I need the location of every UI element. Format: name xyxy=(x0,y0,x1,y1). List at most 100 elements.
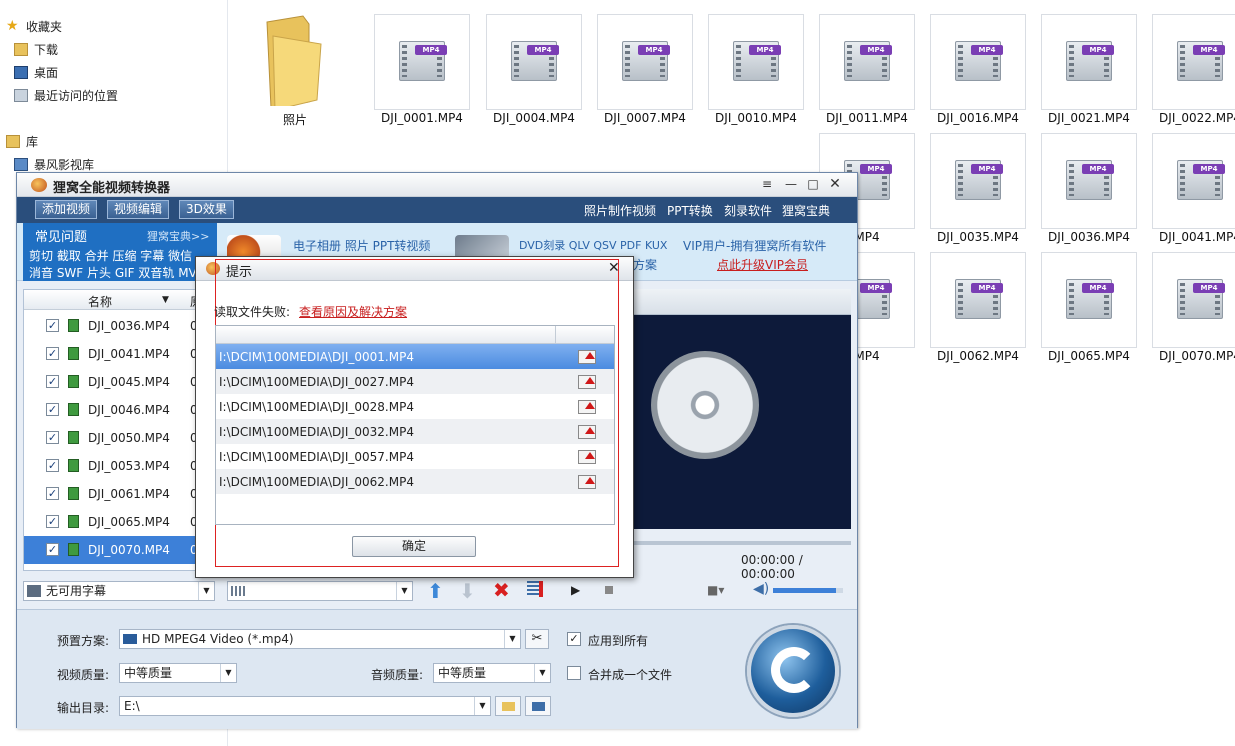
dialog-solution-link[interactable]: 查看原因及解决方案 xyxy=(299,303,407,320)
row-checkbox[interactable]: ✓ xyxy=(46,515,59,528)
row-checkbox[interactable]: ✓ xyxy=(46,347,59,360)
failed-file-row[interactable]: I:\DCIM\100MEDIA\DJI_0001.MP4 xyxy=(216,344,614,369)
file-tile[interactable]: MP4 DJI_0007.MP4 xyxy=(580,0,693,125)
close-icon[interactable]: ✕ xyxy=(827,176,843,192)
file-list-row[interactable]: ✓ DJI_0053.MP4 0 xyxy=(24,452,212,480)
merge-checkbox[interactable] xyxy=(567,666,581,680)
app-title: 狸窝全能视频转换器 xyxy=(53,181,171,196)
audio-track-select[interactable]: ▼ xyxy=(227,581,413,601)
promo-dvd-sub[interactable]: 方案 xyxy=(633,256,657,273)
file-tile[interactable]: MP4 DJI_0016.MP4 xyxy=(913,0,1026,125)
camera-icon[interactable]: ■▾ xyxy=(707,583,724,597)
faq-links-line1[interactable]: 剪切 截取 合并 压缩 字幕 微信 xyxy=(29,247,192,264)
menu-icon[interactable]: ≡ xyxy=(759,176,775,192)
file-tile[interactable]: MP4 DJI_0001.MP4 xyxy=(357,0,470,125)
file-tile[interactable]: MP4 DJI_0036.MP4 xyxy=(1024,119,1137,244)
clear-list-icon[interactable] xyxy=(527,581,543,597)
browse-folder-icon[interactable] xyxy=(525,696,551,716)
open-folder-icon[interactable] xyxy=(495,696,521,716)
faq-links-line2[interactable]: 消音 SWF 片头 GIF 双音轨 MV xyxy=(29,264,197,281)
file-tile[interactable]: MP4 DJI_0065.MP4 xyxy=(1024,238,1137,363)
promo-album-link[interactable]: 电子相册 照片 PPT转视频 xyxy=(293,237,430,254)
file-tile[interactable]: MP4 DJI_0022.MP4 xyxy=(1135,0,1235,125)
file-tile[interactable]: MP4 DJI_0041.MP4 xyxy=(1135,119,1235,244)
converter-titlebar[interactable]: 狸窝全能视频转换器 ≡ — □ ✕ xyxy=(17,173,857,197)
error-upload-icon[interactable] xyxy=(578,375,596,389)
error-upload-icon[interactable] xyxy=(578,400,596,414)
file-tile[interactable]: MP4 DJI_0070.MP4 xyxy=(1135,238,1235,363)
vip-upgrade-link[interactable]: 点此升级VIP会员 xyxy=(717,256,808,273)
failed-file-row[interactable]: I:\DCIM\100MEDIA\DJI_0057.MP4 xyxy=(216,444,614,469)
nav-recent[interactable]: 最近访问的位置 xyxy=(14,85,118,105)
row-checkbox[interactable]: ✓ xyxy=(46,403,59,416)
sort-arrow-icon[interactable]: ▼ xyxy=(162,295,169,305)
promo-dvd-link[interactable]: DVD刻录 QLV QSV PDF KUX xyxy=(519,237,667,253)
row-checkbox[interactable]: ✓ xyxy=(46,543,59,556)
file-list-row[interactable]: ✓ DJI_0045.MP4 0 xyxy=(24,368,212,396)
ok-button[interactable]: 确定 xyxy=(352,536,476,557)
photo-video-link[interactable]: 照片制作视频 xyxy=(584,202,656,219)
preset-select[interactable]: HD MPEG4 Video (*.mp4) ▼ xyxy=(119,629,521,649)
stop-icon[interactable] xyxy=(605,586,613,594)
move-up-icon[interactable]: ⬆ xyxy=(427,579,444,603)
error-upload-icon[interactable] xyxy=(578,425,596,439)
nav-library[interactable]: 库 xyxy=(6,131,38,151)
edit-video-button[interactable]: 视频编辑 xyxy=(107,200,170,219)
apply-all-checkbox[interactable]: ✓ xyxy=(567,632,581,646)
maximize-icon[interactable]: □ xyxy=(805,176,821,192)
file-list-row[interactable]: ✓ DJI_0061.MP4 0 xyxy=(24,480,212,508)
row-checkbox[interactable]: ✓ xyxy=(46,375,59,388)
output-dir-select[interactable]: E:\ ▼ xyxy=(119,696,491,716)
error-upload-icon[interactable] xyxy=(578,450,596,464)
video-quality-select[interactable]: 中等质量 ▼ xyxy=(119,663,237,683)
nav-desktop[interactable]: 桌面 xyxy=(14,62,58,82)
file-tile-folder[interactable]: 照片 xyxy=(237,0,347,127)
nav-video-library[interactable]: 暴风影视库 xyxy=(14,154,94,174)
volume-icon[interactable]: ◀) xyxy=(753,581,769,597)
audio-quality-select[interactable]: 中等质量 ▼ xyxy=(433,663,551,683)
ppt-convert-link[interactable]: PPT转换 xyxy=(667,202,713,219)
faq-more-link[interactable]: 狸窝宝典>> xyxy=(147,228,209,244)
delete-icon[interactable]: ✖ xyxy=(493,578,510,602)
file-tile[interactable]: MP4 DJI_0035.MP4 xyxy=(913,119,1026,244)
burn-software-link[interactable]: 刻录软件 xyxy=(724,202,772,219)
failed-file-row[interactable]: I:\DCIM\100MEDIA\DJI_0027.MP4 xyxy=(216,369,614,394)
volume-slider[interactable] xyxy=(773,588,843,593)
subtitle-select[interactable]: 无可用字幕 ▼ xyxy=(23,581,215,601)
convert-button[interactable] xyxy=(747,625,839,717)
faq-title[interactable]: 常见问题 xyxy=(35,226,87,245)
file-list-row[interactable]: ✓ DJI_0050.MP4 0 xyxy=(24,424,212,452)
file-tile[interactable]: MP4 DJI_0011.MP4 xyxy=(802,0,915,125)
file-list-row[interactable]: ✓ DJI_0036.MP4 0 xyxy=(24,312,212,340)
row-checkbox[interactable]: ✓ xyxy=(46,487,59,500)
file-list-row[interactable]: ✓ DJI_0041.MP4 0 xyxy=(24,340,212,368)
play-icon[interactable]: ▶ xyxy=(571,583,580,597)
merge-label[interactable]: 合并成一个文件 xyxy=(588,666,672,683)
failed-file-row[interactable]: I:\DCIM\100MEDIA\DJI_0062.MP4 xyxy=(216,469,614,494)
file-tile[interactable]: MP4 DJI_0062.MP4 xyxy=(913,238,1026,363)
nav-favorites[interactable]: ★ 收藏夹 xyxy=(6,16,62,36)
row-checkbox[interactable]: ✓ xyxy=(46,319,59,332)
file-tile[interactable]: MP4 DJI_0010.MP4 xyxy=(691,0,804,125)
file-tile[interactable]: MP4 DJI_0004.MP4 xyxy=(469,0,582,125)
add-video-button[interactable]: 添加视频 xyxy=(35,200,98,219)
failed-file-row[interactable]: I:\DCIM\100MEDIA\DJI_0028.MP4 xyxy=(216,394,614,419)
nav-downloads[interactable]: 下载 xyxy=(14,39,58,59)
move-down-icon[interactable]: ⬇ xyxy=(459,579,476,603)
column-name-header[interactable]: 名称 xyxy=(88,293,112,310)
file-list-row[interactable]: ✓ DJI_0046.MP4 0 xyxy=(24,396,212,424)
error-upload-icon[interactable] xyxy=(578,475,596,489)
file-list-row[interactable]: ✓ DJI_0070.MP4 0 xyxy=(24,536,212,564)
row-checkbox[interactable]: ✓ xyxy=(46,459,59,472)
mp4-badge: MP4 xyxy=(860,45,892,55)
guide-link[interactable]: 狸窝宝典 xyxy=(782,202,830,219)
3d-effect-button[interactable]: 3D效果 xyxy=(179,200,234,219)
apply-all-label[interactable]: 应用到所有 xyxy=(588,632,648,649)
failed-file-row[interactable]: I:\DCIM\100MEDIA\DJI_0032.MP4 xyxy=(216,419,614,444)
error-upload-icon[interactable] xyxy=(578,350,596,364)
file-tile[interactable]: MP4 DJI_0021.MP4 xyxy=(1024,0,1137,125)
file-list-row[interactable]: ✓ DJI_0065.MP4 0 xyxy=(24,508,212,536)
minimize-icon[interactable]: — xyxy=(783,176,799,192)
preset-settings-icon[interactable]: ✂ xyxy=(525,629,549,649)
row-checkbox[interactable]: ✓ xyxy=(46,431,59,444)
